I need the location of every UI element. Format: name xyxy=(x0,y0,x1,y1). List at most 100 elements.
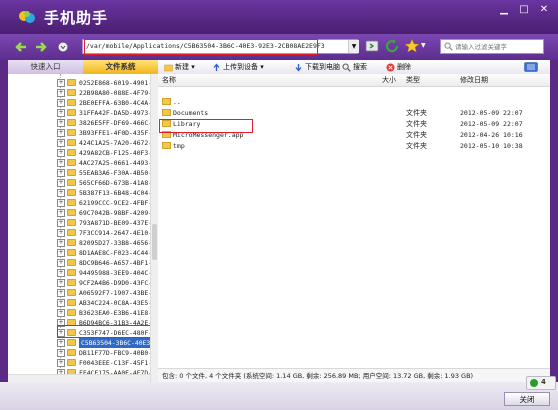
maximize-icon[interactable]: □ xyxy=(516,4,532,16)
tree-scroll-thumb[interactable] xyxy=(152,224,157,260)
expand-icon[interactable]: + xyxy=(57,109,65,117)
forward-arrow-icon[interactable] xyxy=(34,40,48,54)
tree-item[interactable]: +7F3CC914-2647-4E10- xyxy=(8,228,150,238)
delete-button[interactable]: 删除 xyxy=(386,60,411,74)
tree-item[interactable]: + AB34C224-0C8A-43E5- xyxy=(8,298,150,308)
tree-item[interactable]: + B6D94BC6-31B3-4A2E- xyxy=(8,318,150,328)
go-icon[interactable] xyxy=(364,38,380,54)
tree-item[interactable]: +31FFA42F-DA5D-4973- xyxy=(8,108,150,118)
new-folder-icon xyxy=(164,64,173,71)
expand-icon[interactable]: + xyxy=(57,129,65,137)
tab-quick-access[interactable]: 快速入口 xyxy=(8,60,83,74)
expand-icon[interactable]: + xyxy=(57,299,65,307)
expand-icon[interactable]: + xyxy=(57,189,65,197)
tree-item[interactable]: +62199CCC-9CE2-4FBF- xyxy=(8,198,150,208)
expand-icon[interactable]: + xyxy=(57,199,65,207)
file-row[interactable]: tmp 文件夹 2012-05-10 10:38 xyxy=(158,140,550,152)
path-input[interactable]: /var/mobile/Applications/C5B63504-3B6C-4… xyxy=(82,39,358,54)
upload-button[interactable]: 上传到设备 ▾ xyxy=(212,60,264,74)
tree-item[interactable]: +8DC9B646-A657-4BF1- xyxy=(8,258,150,268)
tree-item[interactable]: +5B387F13-6B48-4C04- xyxy=(8,188,150,198)
tree-item[interactable]: +3B93FFE1-4F0D-435F- xyxy=(8,128,150,138)
expand-icon[interactable]: + xyxy=(57,99,65,107)
tree-item-label: 82095D27-33B8-4656- xyxy=(79,239,150,247)
tree-item[interactable]: +0252E868-6019-4901- xyxy=(8,78,150,88)
tree-item[interactable]: +565CF66D-673B-41A8- xyxy=(8,178,150,188)
title-bar: 手机助手 ▁ □ ✕ xyxy=(0,0,558,34)
download-button[interactable]: 下载到电脑 xyxy=(294,60,340,74)
tree-item[interactable]: + C5B63504-3B6C-40E3- xyxy=(8,338,150,348)
tree-item[interactable]: + A06592F7-1907-43BE- xyxy=(8,288,150,298)
tree-item-label: 565CF66D-673B-41A8- xyxy=(79,179,150,187)
expand-icon[interactable]: + xyxy=(57,89,65,97)
folder-tree: +0252E868-6019-4901- +22B98A80-088E-4F79-… xyxy=(8,74,150,374)
tree-item[interactable]: +2BE0EFFA-63B0-4C4A- xyxy=(8,98,150,108)
tree-item[interactable]: +429A82CB-F125-40F3- xyxy=(8,148,150,158)
expand-icon[interactable]: + xyxy=(57,339,65,347)
minimize-icon[interactable]: ▁ xyxy=(496,4,512,16)
expand-icon[interactable]: + xyxy=(57,289,65,297)
expand-icon[interactable]: + xyxy=(57,249,65,257)
expand-icon[interactable]: + xyxy=(57,209,65,217)
tree-item[interactable]: +424C1A25-7A20-4672- xyxy=(8,138,150,148)
column-modified[interactable]: 修改日期 xyxy=(460,74,488,86)
tree-item[interactable]: + DB11F77D-FBC9-40B0- xyxy=(8,348,150,358)
favorite-star-icon[interactable] xyxy=(404,38,420,54)
tree-item[interactable]: +22B98A80-088E-4F79- xyxy=(8,88,150,98)
tree-item[interactable]: +9CF2A4B6-D9D0-43FC- xyxy=(8,278,150,288)
file-toolbar: 新建 ▾ 上传到设备 ▾ 下载到电脑 搜索 删除 xyxy=(158,60,550,75)
close-window-icon[interactable]: ✕ xyxy=(536,4,552,16)
tree-item[interactable]: +4AC27A25-0661-4493- xyxy=(8,158,150,168)
view-mode-icon[interactable] xyxy=(524,62,538,72)
tree-item[interactable]: + C353F747-D6EC-480F- xyxy=(8,328,150,338)
refresh-icon[interactable] xyxy=(384,38,400,54)
back-arrow-icon[interactable] xyxy=(14,40,28,54)
close-button[interactable]: 关闭 xyxy=(504,392,550,406)
expand-icon[interactable]: + xyxy=(57,279,65,287)
expand-icon[interactable]: + xyxy=(57,159,65,167)
tab-file-system[interactable]: 文件系统 xyxy=(83,60,158,74)
tree-item[interactable]: +69C7042B-98BF-4209- xyxy=(8,208,150,218)
search-icon xyxy=(444,42,453,51)
expand-icon[interactable]: + xyxy=(57,229,65,237)
tree-item[interactable]: + F0043EEE-C13F-45F1- xyxy=(8,358,150,368)
expand-icon[interactable]: + xyxy=(57,219,65,227)
download-label: 下载到电脑 xyxy=(305,63,340,71)
tree-item[interactable]: +3826E5FF-DF69-466C- xyxy=(8,118,150,128)
path-dropdown-icon[interactable]: ▼ xyxy=(348,40,359,53)
tree-item[interactable]: +793A871D-BE09-437E- xyxy=(8,218,150,228)
expand-icon[interactable]: + xyxy=(57,309,65,317)
expand-icon[interactable]: + xyxy=(57,179,65,187)
expand-icon[interactable]: + xyxy=(57,169,65,177)
column-size[interactable]: 大小 xyxy=(382,74,396,86)
tree-item[interactable]: +94495988-3EE9-404C- xyxy=(8,268,150,278)
filter-input[interactable] xyxy=(441,40,543,53)
connection-indicator[interactable]: 4 xyxy=(526,376,556,390)
expand-icon[interactable]: + xyxy=(57,239,65,247)
app-window: 手机助手 ▁ □ ✕ /var/mobile/Applications/C5B6… xyxy=(0,0,558,410)
tree-item[interactable]: +55EAB3A6-F30A-4B50- xyxy=(8,168,150,178)
expand-icon[interactable]: + xyxy=(57,119,65,127)
tree-item-label: 5B387F13-6B48-4C04- xyxy=(79,189,150,197)
tree-item-label: 429A82CB-F125-40F3- xyxy=(79,149,150,157)
expand-icon[interactable]: + xyxy=(57,79,65,87)
tree-item[interactable]: +8D1AAE8C-F023-4C44- xyxy=(8,248,150,258)
expand-icon[interactable]: + xyxy=(57,139,65,147)
tree-item[interactable]: +82095D27-33B8-4656- xyxy=(8,238,150,248)
search-button[interactable]: 搜索 xyxy=(342,60,367,74)
folder-icon xyxy=(67,229,76,236)
tree-item[interactable]: + B3623EA0-E3B6-41E8- xyxy=(8,308,150,318)
history-dropdown-icon[interactable] xyxy=(58,42,68,52)
expand-icon[interactable]: + xyxy=(57,349,65,357)
new-button[interactable]: 新建 ▾ xyxy=(164,60,195,74)
filter-search-box[interactable] xyxy=(440,39,544,54)
expand-icon[interactable]: + xyxy=(57,359,65,367)
expand-icon[interactable]: + xyxy=(57,269,65,277)
expand-icon[interactable]: + xyxy=(57,259,65,267)
column-type[interactable]: 类型 xyxy=(406,74,420,86)
expand-icon[interactable]: + xyxy=(57,329,65,337)
favorite-dropdown-icon[interactable]: ▼ xyxy=(421,42,426,49)
column-name[interactable]: 名称 xyxy=(162,74,176,86)
expand-icon[interactable]: + xyxy=(57,149,65,157)
expand-icon[interactable]: + xyxy=(57,319,65,327)
